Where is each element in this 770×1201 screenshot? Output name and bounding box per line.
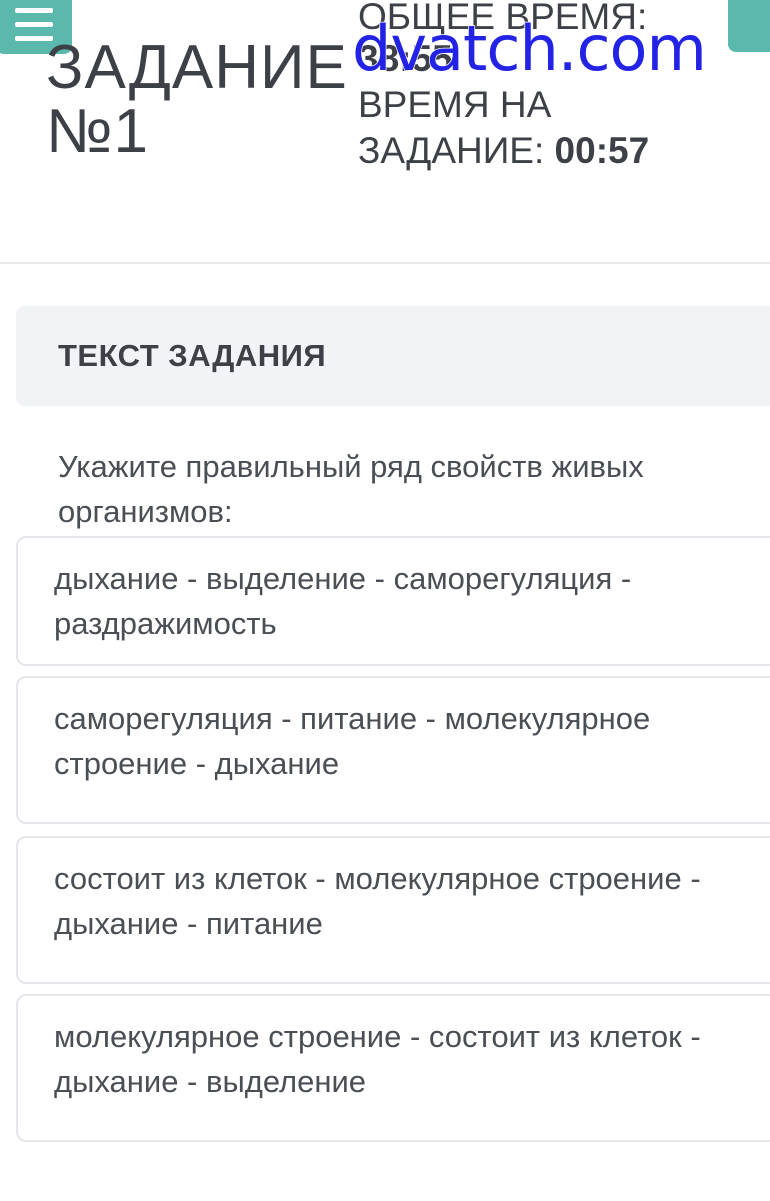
task-time-label-line2: ЗАДАНИЕ: [358, 130, 555, 171]
task-title: ЗАДАНИЕ №1 [46, 36, 348, 164]
task-title-number: №1 [46, 97, 149, 166]
header-divider [0, 262, 770, 264]
answer-option-text: состоит из клеток - молекулярное строени… [54, 861, 701, 941]
task-time-row: ЗАДАНИЕ: 00:57 [358, 128, 758, 174]
task-text-header: ТЕКСТ ЗАДАНИЯ [16, 306, 770, 406]
quiz-page: ЗАДАНИЕ №1 ОБЩЕЕ ВРЕМЯ: 38:55 ВРЕМЯ НА З… [0, 0, 770, 1201]
task-time-value: 00:57 [554, 130, 650, 171]
answer-option-text: молекулярное строение - состоит из клето… [54, 1019, 701, 1099]
task-text-title: ТЕКСТ ЗАДАНИЯ [58, 338, 327, 373]
answer-option[interactable]: состоит из клеток - молекулярное строени… [16, 836, 770, 984]
hamburger-menu-icon-bar [15, 21, 53, 27]
answer-option[interactable]: саморегуляция - питание - молекулярное с… [16, 676, 770, 824]
hamburger-menu-icon [15, 7, 53, 13]
answer-option-text: дыхание - выделение - саморегуляция - ра… [54, 561, 632, 641]
answer-option[interactable]: дыхание - выделение - саморегуляция - ра… [16, 536, 770, 666]
answer-option-text: саморегуляция - питание - молекулярное с… [54, 701, 651, 781]
task-time-label-line1: ВРЕМЯ НА [358, 84, 552, 125]
question-text: Укажите правильный ряд свойств живых орг… [58, 449, 644, 529]
task-title-line1: ЗАДАНИЕ [46, 33, 348, 102]
watermark: dvatch.com [351, 12, 707, 85]
answer-option[interactable]: молекулярное строение - состоит из клето… [16, 994, 770, 1142]
